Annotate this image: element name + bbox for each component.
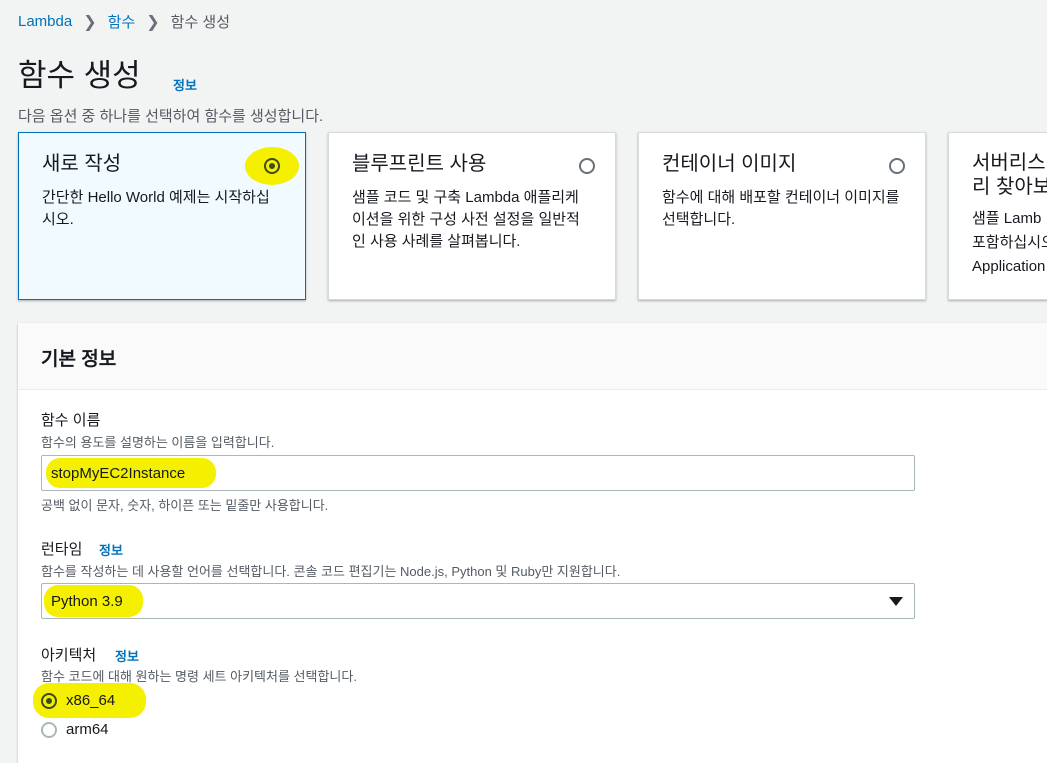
runtime-label: 런타임 (41, 541, 83, 558)
option-title: 블루프린트 사용 (352, 153, 487, 175)
architecture-option-label: x86_64 (66, 692, 116, 709)
runtime-info-link[interactable]: 정보 (99, 540, 123, 559)
caret-down-icon (889, 597, 903, 606)
breadcrumb: Lambda ❯ 함수 ❯ 함수 생성 (18, 11, 230, 32)
title-info-link[interactable]: 정보 (173, 75, 197, 94)
chevron-right-icon: ❯ (83, 13, 97, 31)
runtime-description: 함수를 작성하는 데 사용할 언어를 선택합니다. 콘솔 코드 편집기는 Nod… (41, 564, 621, 579)
architecture-option-x86[interactable]: x86_64 (41, 692, 115, 709)
option-radio[interactable] (889, 158, 905, 174)
architecture-info-link[interactable]: 정보 (115, 646, 139, 665)
option-description: 간단한 Hello World 예제는 시작하십시오. (42, 189, 270, 228)
radio-checked-icon[interactable] (41, 692, 57, 709)
option-title: 컨테이너 이미지 (662, 153, 797, 175)
option-description: 샘플 Lamb 포함하십시오 Application (972, 210, 1047, 275)
panel-header: 기본 정보 (18, 323, 1047, 390)
breadcrumb-lambda[interactable]: Lambda (18, 13, 72, 30)
option-container-image[interactable]: 컨테이너 이미지 함수에 대해 배포할 컨테이너 이미지를 선택합니다. (638, 132, 926, 300)
function-name-value: stopMyEC2Instance (51, 465, 186, 482)
option-radio-selected[interactable] (245, 147, 299, 185)
option-radio[interactable] (579, 158, 595, 174)
function-name-hint: 공백 없이 문자, 숫자, 하이픈 또는 밑줄만 사용합니다. (41, 498, 329, 513)
function-name-label: 함수 이름 (41, 412, 101, 429)
architecture-option-label: arm64 (66, 721, 109, 738)
radio-unchecked-icon[interactable] (41, 721, 57, 738)
option-description: 함수에 대해 배포할 컨테이너 이미지를 선택합니다. (662, 189, 900, 228)
option-title: 서버리스 리 찾아보 (972, 152, 1047, 198)
page-title: 함수 생성 (18, 58, 141, 93)
runtime-select[interactable]: Python 3.9 (41, 583, 915, 619)
architecture-option-arm64[interactable]: arm64 (41, 721, 109, 738)
breadcrumb-current: 함수 생성 (170, 14, 231, 31)
breadcrumb-functions[interactable]: 함수 (108, 11, 136, 32)
option-serverless-repo[interactable]: 서버리스 리 찾아보 샘플 Lamb 포함하십시오 Application (948, 132, 1047, 300)
page-description: 다음 옵션 중 하나를 선택하여 함수를 생성합니다. (18, 108, 324, 125)
basic-info-panel: 기본 정보 (18, 323, 1047, 763)
option-description: 샘플 코드 및 구축 Lambda 애플리케이션을 위한 구성 사전 설정을 일… (352, 189, 580, 250)
function-name-input[interactable]: stopMyEC2Instance (41, 455, 915, 491)
chevron-right-icon: ❯ (146, 13, 160, 31)
runtime-select-value: Python 3.9 (51, 593, 123, 610)
function-name-description: 함수의 용도를 설명하는 이름을 입력합니다. (41, 435, 275, 450)
panel-title: 기본 정보 (41, 349, 117, 370)
architecture-label: 아키텍처 (41, 647, 97, 664)
option-use-blueprint[interactable]: 블루프린트 사용 샘플 코드 및 구축 Lambda 애플리케이션을 위한 구성… (328, 132, 616, 300)
